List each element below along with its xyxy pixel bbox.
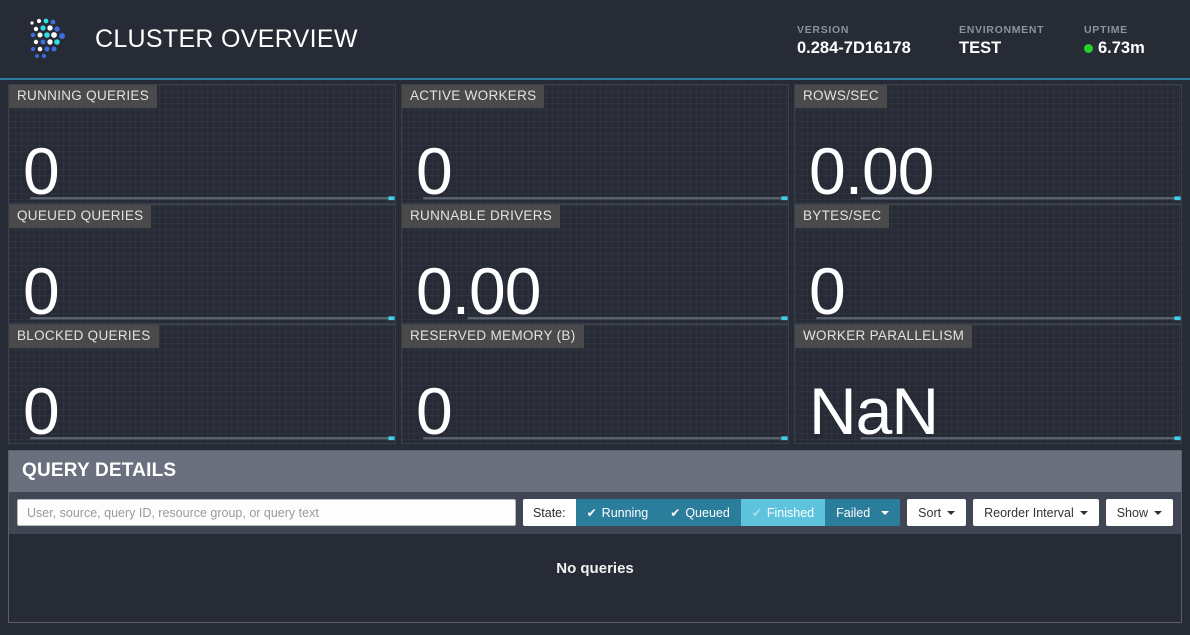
header-meta: VERSION 0.284-7D16178 ENVIRONMENT TEST U… xyxy=(797,21,1176,58)
query-details-title: QUERY DETAILS xyxy=(22,460,1168,482)
state-filter-failed-button[interactable]: Failed xyxy=(825,499,900,526)
stat-card-value: 0 xyxy=(416,141,452,202)
search-input[interactable] xyxy=(17,499,516,526)
stat-card: RUNNABLE DRIVERS 0.00 xyxy=(401,204,789,324)
check-icon: ✔ xyxy=(587,507,597,519)
state-filter-queued-button[interactable]: ✔ Queued xyxy=(659,499,741,526)
chevron-down-icon xyxy=(1080,511,1088,515)
meta-environment-value: TEST xyxy=(959,39,1084,58)
stat-card-label: ROWS/SEC xyxy=(795,85,887,108)
meta-environment-label: ENVIRONMENT xyxy=(959,24,1084,36)
state-filter-running-button[interactable]: ✔ Running xyxy=(576,499,660,526)
stat-card: ACTIVE WORKERS 0 xyxy=(401,84,789,204)
meta-uptime-value: 6.73m xyxy=(1098,39,1145,58)
page-title: CLUSTER OVERVIEW xyxy=(95,25,358,54)
stat-card-label: BYTES/SEC xyxy=(795,205,889,228)
stat-card: QUEUED QUERIES 0 xyxy=(8,204,396,324)
check-icon: ✔ xyxy=(670,507,680,519)
app-header: CLUSTER OVERVIEW VERSION 0.284-7D16178 E… xyxy=(0,0,1190,80)
state-filter-finished-button[interactable]: ✔ Finished xyxy=(741,499,825,526)
query-list-body: No queries xyxy=(9,534,1181,622)
stat-card-value: 0 xyxy=(23,381,59,442)
check-icon: ✔ xyxy=(752,507,762,519)
menu-show-button[interactable]: Show xyxy=(1106,499,1173,526)
stat-card-value: 0 xyxy=(23,141,59,202)
stat-card-value: 0 xyxy=(416,381,452,442)
query-details-toolbar: State: ✔ Running ✔ Queued ✔ Finished Failed Sor… xyxy=(9,492,1181,534)
stat-card-value: 0.00 xyxy=(416,261,540,322)
stat-card: ROWS/SEC 0.00 xyxy=(794,84,1182,204)
menu-button-label: Sort xyxy=(918,506,941,520)
stat-card: BYTES/SEC 0 xyxy=(794,204,1182,324)
stat-card-value: 0 xyxy=(809,261,845,322)
state-filter-group: State: ✔ Running ✔ Queued ✔ Finished Failed xyxy=(523,499,900,526)
menu-sort-button[interactable]: Sort xyxy=(907,499,966,526)
menu-button-label: Show xyxy=(1117,506,1148,520)
stat-card-value: NaN xyxy=(809,381,938,442)
stat-card-label: RESERVED MEMORY (B) xyxy=(402,325,584,348)
chevron-down-icon xyxy=(1154,511,1162,515)
stat-card-value: 0 xyxy=(23,261,59,322)
status-dot-icon xyxy=(1084,44,1093,53)
query-details-header: QUERY DETAILS xyxy=(9,451,1181,492)
state-filter-label-text: Finished xyxy=(767,506,814,520)
stat-card: WORKER PARALLELISM NaN xyxy=(794,324,1182,444)
state-filter-label-text: Running xyxy=(602,506,649,520)
query-details-panel: QUERY DETAILS State: ✔ Running ✔ Queued ✔ Fini… xyxy=(8,450,1182,623)
stat-card: RUNNING QUERIES 0 xyxy=(8,84,396,204)
stat-card-label: WORKER PARALLELISM xyxy=(795,325,972,348)
menu-reorder-interval-button[interactable]: Reorder Interval xyxy=(973,499,1099,526)
stat-card-label: QUEUED QUERIES xyxy=(9,205,151,228)
menu-button-label: Reorder Interval xyxy=(984,506,1074,520)
meta-uptime-value-wrap: 6.73m xyxy=(1084,39,1174,58)
meta-environment: ENVIRONMENT TEST xyxy=(959,21,1084,58)
stat-card-label: ACTIVE WORKERS xyxy=(402,85,544,108)
brand: CLUSTER OVERVIEW xyxy=(26,14,358,64)
meta-uptime: UPTIME 6.73m xyxy=(1084,21,1174,58)
stat-card: BLOCKED QUERIES 0 xyxy=(8,324,396,444)
meta-version-label: VERSION xyxy=(797,24,959,36)
meta-version-value: 0.284-7D16178 xyxy=(797,39,959,58)
stat-card-label: RUNNING QUERIES xyxy=(9,85,157,108)
stat-card-value: 0.00 xyxy=(809,141,933,202)
trino-dots-logo-icon xyxy=(26,14,78,64)
state-filter-label-text: Queued xyxy=(685,506,729,520)
chevron-down-icon xyxy=(947,511,955,515)
stat-card-label: BLOCKED QUERIES xyxy=(9,325,159,348)
menu-buttons-group: Sort Reorder Interval Show xyxy=(907,499,1173,526)
stat-card-label: RUNNABLE DRIVERS xyxy=(402,205,560,228)
cluster-stats-grid: RUNNING QUERIES 0 ACTIVE WORKERS 0 ROWS/SEC 0… xyxy=(0,80,1190,444)
stat-card: RESERVED MEMORY (B) 0 xyxy=(401,324,789,444)
chevron-down-icon xyxy=(881,511,889,515)
state-filter-label: State: xyxy=(523,499,576,526)
meta-version: VERSION 0.284-7D16178 xyxy=(797,21,959,58)
meta-uptime-label: UPTIME xyxy=(1084,24,1174,36)
state-filter-label-text: Failed xyxy=(836,506,870,520)
empty-state-message: No queries xyxy=(556,560,634,577)
